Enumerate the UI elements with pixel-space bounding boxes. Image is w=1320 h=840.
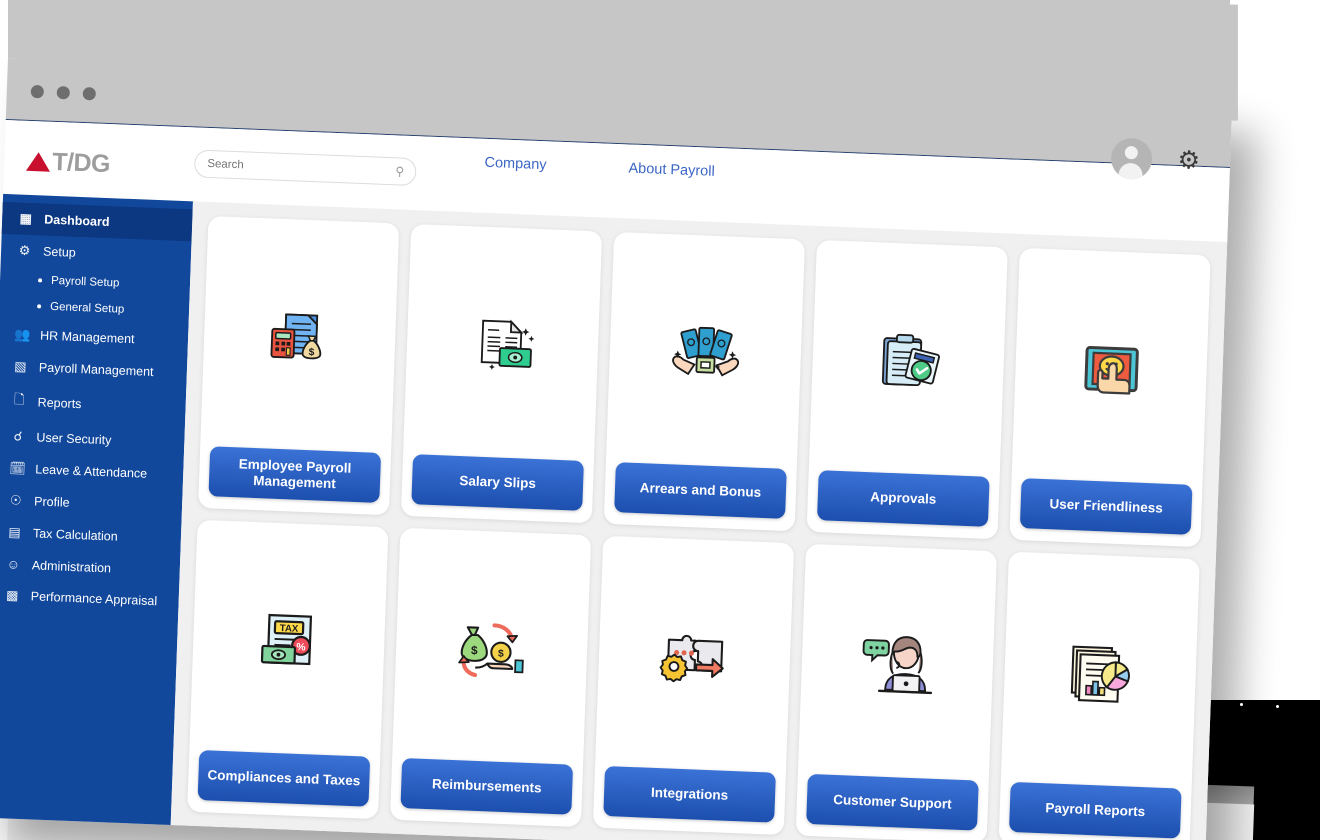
- smiley-touch-icon: [1011, 248, 1210, 493]
- tile-grid: $ Employee Payroll Management Salary Sli…: [187, 215, 1211, 840]
- tile-payroll-reports[interactable]: Payroll Reports: [998, 551, 1200, 840]
- gear-icon: ⚙: [18, 242, 31, 259]
- close-dot-icon[interactable]: [30, 84, 45, 99]
- tile-compliances-and-taxes[interactable]: TAX % Compliances and Taxes: [187, 519, 389, 820]
- moneybag-hand-exchange-icon: $ $: [392, 528, 591, 773]
- sidebar-item-label: Administration: [31, 557, 112, 575]
- tile-approvals[interactable]: Approvals: [806, 239, 1008, 540]
- sidebar-item-label: Leave & Attendance: [35, 462, 148, 481]
- sidebar-item-label: HR Management: [39, 328, 135, 347]
- sidebar-item-label: Reports: [37, 395, 82, 412]
- nav-link-about-payroll[interactable]: About Payroll: [628, 160, 715, 179]
- reports-piechart-icon: [1000, 552, 1199, 797]
- tile-integrations[interactable]: Integrations: [592, 535, 795, 836]
- sidebar-item-label: Payroll Management: [38, 360, 154, 379]
- svg-text:TAX: TAX: [279, 623, 298, 635]
- sidebar-item-label: User Security: [36, 430, 112, 448]
- clipboard-check-icon: [808, 240, 1007, 485]
- payslip-cash-icon: [403, 224, 602, 469]
- hands-cash-icon: [606, 232, 805, 477]
- shield-icon: ☌: [13, 428, 23, 444]
- nav-link-company[interactable]: Company: [484, 155, 547, 173]
- tile-reimbursements[interactable]: $ $ Reimbursements: [390, 527, 592, 828]
- sidebar-item-performance-appraisal[interactable]: ▩ Performance Appraisal: [0, 579, 179, 618]
- search-input[interactable]: [195, 156, 385, 178]
- document-icon: 🗋: [13, 391, 25, 407]
- dust-speck: [1240, 703, 1243, 706]
- screenshot-canvas: T/DG ⚲ Company About Payroll ⚙: [0, 0, 1320, 840]
- support-agent-icon: [798, 544, 997, 789]
- bullet-icon: [37, 278, 43, 283]
- chart-icon: ▩: [5, 587, 19, 603]
- sidebar-subitem-label: General Setup: [49, 300, 125, 316]
- svg-text:$: $: [470, 643, 477, 657]
- app-body: ▦ Dashboard ⚙ Setup Payroll Setup Genera…: [0, 193, 1228, 840]
- admin-user-icon: ☺: [6, 556, 21, 572]
- sidebar-item-label: Dashboard: [43, 212, 110, 230]
- search-box[interactable]: ⚲: [193, 149, 417, 187]
- brand-logo[interactable]: T/DG: [25, 147, 111, 179]
- puzzle-gear-arrow-icon: [595, 536, 794, 781]
- tile-salary-slips[interactable]: Salary Slips: [400, 223, 603, 524]
- window-controls[interactable]: [30, 84, 97, 101]
- sidebar: ▦ Dashboard ⚙ Setup Payroll Setup Genera…: [0, 193, 193, 825]
- dashboard-content: $ Employee Payroll Management Salary Sli…: [170, 201, 1228, 840]
- browser-window: T/DG ⚲ Company About Payroll ⚙: [0, 0, 1238, 840]
- sidebar-item-label: Tax Calculation: [32, 526, 118, 544]
- triangle-logo-icon: [25, 151, 51, 172]
- calculator-icon: ▤: [8, 524, 21, 540]
- minimize-dot-icon[interactable]: [56, 85, 71, 100]
- bullet-icon: [37, 304, 42, 309]
- user-avatar-icon[interactable]: [1109, 137, 1153, 180]
- sidebar-item-label: Setup: [42, 244, 76, 260]
- tax-document-icon: TAX %: [189, 520, 388, 765]
- svg-text:$: $: [497, 649, 503, 660]
- gear-icon[interactable]: ⚙: [1177, 146, 1200, 175]
- sidebar-subitem-label: Payroll Setup: [50, 274, 120, 290]
- grid-icon: ▦: [19, 210, 33, 227]
- people-icon: 👥: [13, 326, 31, 343]
- sidebar-item-label: Performance Appraisal: [30, 589, 158, 609]
- top-nav: Company About Payroll: [484, 155, 715, 180]
- dust-speck: [1276, 705, 1279, 708]
- tile-user-friendliness[interactable]: User Friendliness: [1009, 247, 1211, 548]
- tile-employee-payroll-management[interactable]: $ Employee Payroll Management: [198, 215, 400, 516]
- svg-text:$: $: [308, 347, 314, 358]
- person-circle-icon: ☉: [9, 492, 22, 508]
- tile-arrears-and-bonus[interactable]: Arrears and Bonus: [603, 231, 806, 532]
- brand-logo-text: T/DG: [51, 147, 111, 179]
- calculator-documents-moneybag-icon: $: [200, 216, 399, 461]
- perspective-scene: T/DG ⚲ Company About Payroll ⚙: [0, 0, 1320, 840]
- search-icon[interactable]: ⚲: [395, 164, 404, 178]
- top-right-actions: ⚙: [1109, 137, 1201, 181]
- tile-customer-support[interactable]: Customer Support: [795, 543, 997, 840]
- svg-text:%: %: [296, 642, 306, 653]
- sidebar-item-label: Profile: [33, 494, 70, 510]
- card-icon: ▧: [14, 358, 27, 374]
- calendar-icon: 🗓: [9, 460, 27, 477]
- maximize-dot-icon[interactable]: [82, 86, 97, 101]
